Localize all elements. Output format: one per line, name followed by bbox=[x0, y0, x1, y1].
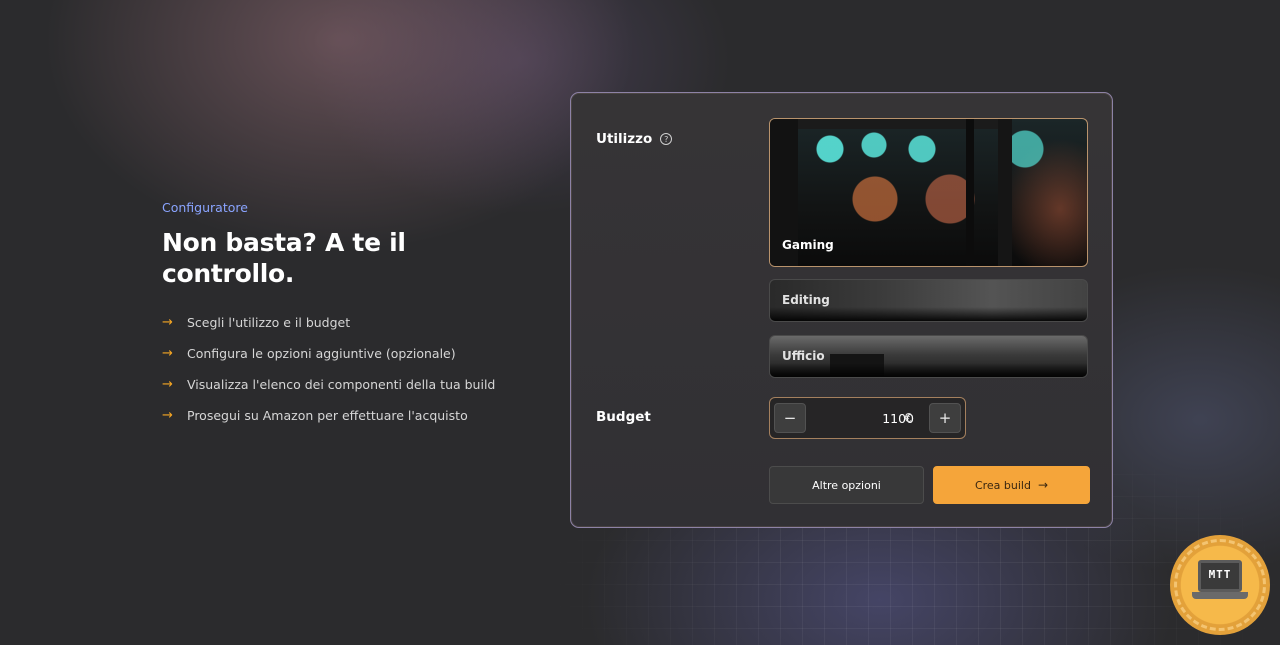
usage-option-ufficio[interactable]: Ufficio bbox=[769, 335, 1088, 378]
arrow-right-icon: → bbox=[162, 377, 173, 392]
usage-label-text: Utilizzo bbox=[596, 131, 653, 147]
page-title-line-1: Non basta? A te il bbox=[162, 228, 406, 257]
budget-stepper: − € + bbox=[769, 397, 966, 439]
decrement-button[interactable]: − bbox=[774, 403, 806, 433]
step-item: → Visualizza l'elenco dei componenti del… bbox=[162, 369, 522, 400]
usage-option-editing[interactable]: Editing bbox=[769, 279, 1088, 322]
step-text: Scegli l'utilizzo e il budget bbox=[187, 315, 351, 330]
option-shade bbox=[770, 363, 1087, 377]
step-item: → Configura le opzioni aggiuntive (opzio… bbox=[162, 338, 522, 369]
increment-button[interactable]: + bbox=[929, 403, 961, 433]
step-text: Visualizza l'elenco dei componenti della… bbox=[187, 377, 496, 392]
arrow-right-icon: → bbox=[162, 315, 173, 330]
currency-symbol: € bbox=[904, 410, 912, 425]
question-circle-icon[interactable]: ? bbox=[660, 133, 673, 145]
budget-input[interactable] bbox=[814, 408, 914, 428]
usage-label: Utilizzo ? bbox=[596, 131, 673, 147]
budget-label: Budget bbox=[596, 409, 651, 425]
page-title: Non basta? A te il controllo. bbox=[162, 227, 522, 289]
create-build-button[interactable]: Crea build → bbox=[933, 466, 1090, 504]
section-eyebrow: Configuratore bbox=[162, 200, 248, 215]
option-shade bbox=[770, 307, 1087, 321]
arrow-right-icon: → bbox=[162, 346, 173, 361]
create-build-label: Crea build bbox=[974, 478, 1031, 492]
more-options-button[interactable]: Altre opzioni bbox=[769, 466, 924, 504]
arrow-right-icon: → bbox=[1037, 478, 1049, 492]
mtt-logo: MTT bbox=[1170, 535, 1270, 635]
step-text: Prosegui su Amazon per effettuare l'acqu… bbox=[187, 408, 468, 423]
configurator-intro: Configuratore Non basta? A te il control… bbox=[162, 200, 522, 431]
steps-list: → Scegli l'utilizzo e il budget → Config… bbox=[162, 307, 522, 431]
usage-option-label: Ufficio bbox=[782, 349, 825, 363]
page-title-line-2: controllo. bbox=[162, 259, 295, 288]
more-options-label: Altre opzioni bbox=[812, 478, 881, 492]
logo-text: MTT bbox=[1208, 568, 1232, 581]
usage-option-gaming[interactable]: Gaming bbox=[769, 118, 1088, 267]
step-item: → Scegli l'utilizzo e il budget bbox=[162, 307, 522, 338]
configurator-card: Utilizzo ? Gaming Editing Ufficio Budget… bbox=[570, 92, 1113, 528]
step-item: → Prosegui su Amazon per effettuare l'ac… bbox=[162, 400, 522, 431]
pc-case-image-part bbox=[966, 119, 974, 266]
usage-option-label: Gaming bbox=[782, 238, 834, 252]
step-text: Configura le opzioni aggiuntive (opziona… bbox=[187, 346, 456, 361]
usage-option-label: Editing bbox=[782, 293, 830, 307]
page: Configuratore Non basta? A te il control… bbox=[0, 0, 1280, 645]
arrow-right-icon: → bbox=[162, 408, 173, 423]
pc-case-image-part bbox=[998, 119, 1012, 266]
laptop-base bbox=[1192, 592, 1248, 599]
